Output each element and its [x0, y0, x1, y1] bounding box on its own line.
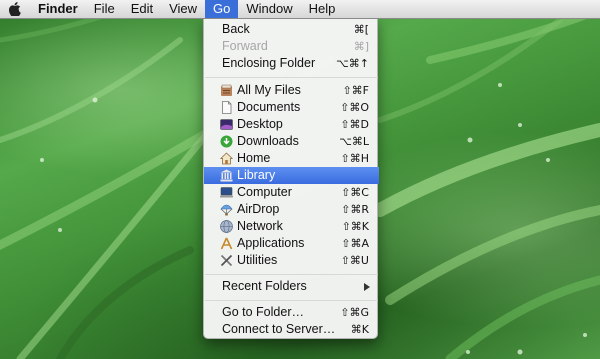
applications-icon	[220, 237, 233, 250]
shortcut-connect-to-server: ⌘K	[350, 323, 369, 336]
apple-menu-icon[interactable]	[0, 2, 30, 16]
menu-item-label: Enclosing Folder	[222, 56, 316, 70]
shortcut-enclosing-folder: ⌥⌘↑	[336, 57, 369, 70]
shortcut-go-to-folder: ⇧⌘G	[340, 306, 369, 319]
menu-file[interactable]: File	[86, 0, 123, 18]
menu-item-go-to-folder[interactable]: Go to Folder… ⇧⌘G	[204, 304, 379, 321]
document-icon	[222, 101, 232, 114]
menu-item-library[interactable]: Library	[204, 167, 379, 184]
menu-item-desktop[interactable]: Desktop ⇧⌘D	[204, 116, 379, 133]
menu-item-utilities[interactable]: Utilities ⇧⌘U	[204, 252, 379, 269]
menu-item-label: Back	[222, 22, 250, 36]
menu-separator	[205, 77, 378, 78]
menu-go[interactable]: Go	[205, 0, 239, 18]
menu-view[interactable]: View	[161, 0, 205, 18]
menu-item-network[interactable]: Network ⇧⌘K	[204, 218, 379, 235]
shortcut-airdrop: ⇧⌘R	[341, 203, 369, 216]
shortcut-documents: ⇧⌘O	[340, 101, 369, 114]
menu-item-label: All My Files	[237, 83, 301, 97]
menu-separator	[205, 274, 378, 275]
menu-bar: Finder File Edit View Go Window Help	[0, 0, 600, 19]
menu-item-downloads[interactable]: Downloads ⌥⌘L	[204, 133, 379, 150]
menu-item-back[interactable]: Back ⌘[	[204, 21, 379, 38]
all-my-files-icon	[221, 84, 232, 96]
menu-item-all-my-files[interactable]: All My Files ⇧⌘F	[204, 82, 379, 99]
menu-item-label: AirDrop	[237, 202, 280, 216]
menu-item-label: Library	[237, 168, 276, 182]
menu-item-label: Go to Folder…	[222, 305, 304, 319]
submenu-arrow-icon	[364, 283, 370, 291]
home-icon	[220, 152, 233, 165]
shortcut-computer: ⇧⌘C	[341, 186, 369, 199]
menu-item-applications[interactable]: Applications ⇧⌘A	[204, 235, 379, 252]
menu-item-connect-to-server[interactable]: Connect to Server… ⌘K	[204, 321, 379, 338]
shortcut-network: ⇧⌘K	[341, 220, 369, 233]
shortcut-applications: ⇧⌘A	[341, 237, 369, 250]
menu-item-documents[interactable]: Documents ⇧⌘O	[204, 99, 379, 116]
utilities-tools-icon	[220, 254, 233, 267]
shortcut-home: ⇧⌘H	[340, 152, 370, 165]
download-icon	[220, 135, 233, 148]
menu-item-label: Applications	[237, 236, 305, 250]
menu-item-home[interactable]: Home ⇧⌘H	[204, 150, 379, 167]
shortcut-all-my-files: ⇧⌘F	[342, 84, 369, 97]
airdrop-icon	[220, 204, 233, 216]
network-globe-icon	[220, 220, 233, 233]
desktop-icon	[220, 119, 233, 130]
menu-edit[interactable]: Edit	[123, 0, 161, 18]
menu-item-label: Home	[237, 151, 271, 165]
shortcut-desktop: ⇧⌘D	[340, 118, 369, 131]
menu-item-forward: Forward ⌘]	[204, 38, 379, 55]
menu-item-enclosing-folder[interactable]: Enclosing Folder ⌥⌘↑	[204, 55, 379, 72]
computer-icon	[220, 187, 233, 198]
menu-help[interactable]: Help	[301, 0, 344, 18]
menu-item-recent-folders[interactable]: Recent Folders	[204, 278, 379, 295]
shortcut-back: ⌘[	[353, 23, 369, 36]
menu-item-label: Utilities	[237, 253, 278, 267]
menu-item-label: Forward	[222, 39, 268, 53]
menu-item-label: Recent Folders	[222, 279, 307, 293]
menu-item-label: Documents	[237, 100, 301, 114]
menu-item-label: Connect to Server…	[222, 322, 336, 336]
menu-item-label: Network	[237, 219, 283, 233]
shortcut-downloads: ⌥⌘L	[339, 135, 369, 148]
menu-item-label: Desktop	[237, 117, 283, 131]
menu-separator	[205, 300, 378, 301]
shortcut-utilities: ⇧⌘U	[340, 254, 369, 267]
go-menu-dropdown: Back ⌘[ Forward ⌘] Enclosing Folder ⌥⌘↑ …	[203, 18, 379, 339]
menu-window[interactable]: Window	[238, 0, 300, 18]
menu-item-computer[interactable]: Computer ⇧⌘C	[204, 184, 379, 201]
menu-item-label: Downloads	[237, 134, 299, 148]
menu-item-label: Computer	[237, 185, 292, 199]
menu-finder[interactable]: Finder	[30, 0, 86, 18]
shortcut-forward: ⌘]	[353, 40, 369, 53]
menu-item-airdrop[interactable]: AirDrop ⇧⌘R	[204, 201, 379, 218]
library-icon	[220, 169, 233, 182]
